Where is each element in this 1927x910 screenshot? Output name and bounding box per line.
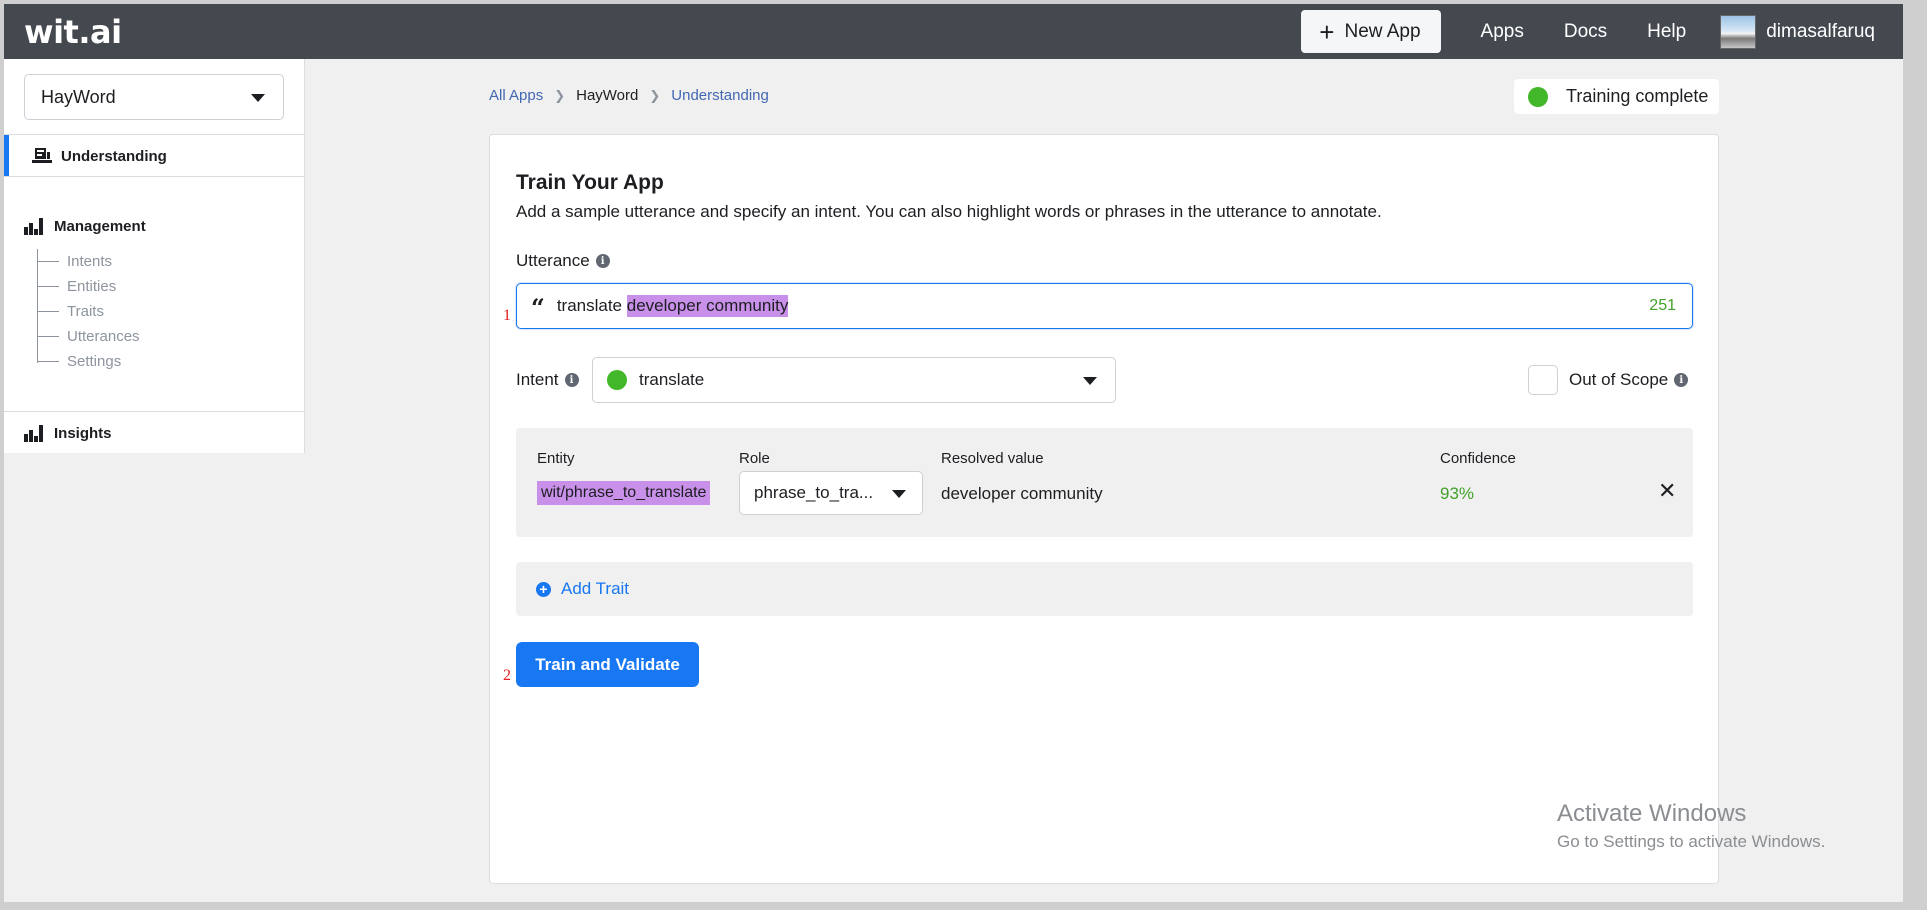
windows-activation-watermark: Activate Windows Go to Settings to activ… bbox=[1557, 800, 1825, 852]
out-of-scope-toggle: Out of Scope i bbox=[1528, 365, 1689, 395]
sidebar-divider bbox=[4, 176, 305, 177]
username: dimasalfaruq bbox=[1766, 20, 1875, 42]
training-status-badge: Training complete bbox=[1514, 79, 1719, 114]
page-subtitle: Add a sample utterance and specify an in… bbox=[516, 202, 1382, 221]
breadcrumb-app[interactable]: HayWord bbox=[576, 87, 638, 104]
info-icon[interactable]: i bbox=[595, 254, 610, 268]
confidence-value: 93% bbox=[1440, 484, 1475, 503]
plus-icon: + bbox=[1319, 16, 1335, 47]
out-of-scope-label: Out of Scope bbox=[1569, 370, 1669, 389]
entity-panel: Entity Role Resolved value Confidence wi… bbox=[516, 428, 1693, 537]
breadcrumb: All Apps ❯ HayWord ❯ Understanding bbox=[489, 87, 769, 104]
intent-color-dot bbox=[607, 370, 627, 390]
chevron-down-icon bbox=[892, 490, 906, 498]
sidebar-item-utterances[interactable]: Utterances bbox=[37, 324, 140, 349]
close-icon[interactable]: ✕ bbox=[1658, 478, 1676, 504]
user-menu[interactable]: dimasalfaruq bbox=[1720, 14, 1875, 49]
bar-chart-icon bbox=[24, 425, 43, 442]
understanding-icon bbox=[32, 148, 52, 163]
annotation-marker-2: 2 bbox=[503, 667, 511, 684]
app-selector[interactable]: HayWord bbox=[24, 74, 284, 120]
sidebar-divider bbox=[4, 411, 305, 412]
char-counter: 251 bbox=[1649, 297, 1676, 314]
chevron-down-icon bbox=[1083, 377, 1097, 385]
app-selector-value: HayWord bbox=[41, 86, 116, 107]
entity-tag[interactable]: wit/phrase_to_translate bbox=[537, 481, 711, 505]
utterance-label: Utterance i bbox=[516, 251, 610, 271]
sidebar-item-understanding[interactable]: Understanding bbox=[4, 135, 305, 177]
col-entity: Entity bbox=[537, 450, 575, 467]
bar-chart-icon bbox=[24, 218, 43, 235]
watermark-subtitle: Go to Settings to activate Windows. bbox=[1557, 832, 1826, 851]
intent-label: Intent i bbox=[516, 370, 579, 390]
sidebar-item-management[interactable]: Management bbox=[24, 218, 146, 235]
chevron-right-icon: ❯ bbox=[649, 87, 661, 103]
add-trait-row[interactable]: + Add Trait bbox=[516, 562, 1693, 616]
wit-logo[interactable]: wit.ai bbox=[24, 13, 122, 51]
train-and-validate-button[interactable]: Train and Validate bbox=[516, 642, 699, 687]
avatar bbox=[1720, 14, 1757, 49]
sidebar-item-label: Insights bbox=[54, 425, 112, 442]
role-value: phrase_to_tra... bbox=[754, 483, 874, 502]
role-dropdown[interactable]: phrase_to_tra... bbox=[739, 471, 923, 515]
management-submenu: Intents Entities Traits Utterances Setti… bbox=[37, 249, 140, 374]
scroll-down-icon[interactable] bbox=[1909, 888, 1919, 894]
watermark-title: Activate Windows bbox=[1557, 800, 1747, 827]
train-card: Train Your App Add a sample utterance an… bbox=[489, 134, 1719, 884]
col-resolved-value: Resolved value bbox=[941, 450, 1044, 467]
status-dot-icon bbox=[1528, 86, 1548, 107]
utterance-highlight[interactable]: developer community bbox=[626, 295, 789, 317]
top-bar: wit.ai + New App Apps Docs Help dimasalf… bbox=[4, 4, 1903, 59]
sidebar-item-entities[interactable]: Entities bbox=[37, 274, 140, 299]
breadcrumb-section[interactable]: Understanding bbox=[671, 87, 769, 104]
sidebar-item-traits[interactable]: Traits bbox=[37, 299, 140, 324]
top-nav: + New App Apps Docs Help dimasalfaruq bbox=[1301, 4, 1875, 59]
new-app-button[interactable]: + New App bbox=[1301, 10, 1441, 53]
col-role: Role bbox=[739, 450, 770, 467]
add-trait-link[interactable]: Add Trait bbox=[561, 579, 629, 599]
plus-circle-icon: + bbox=[536, 581, 551, 597]
sidebar-item-settings[interactable]: Settings bbox=[37, 349, 140, 374]
chevron-right-icon: ❯ bbox=[554, 87, 566, 103]
sidebar: HayWord Understanding Management Intents… bbox=[4, 59, 305, 453]
info-icon[interactable]: i bbox=[564, 373, 579, 387]
resolved-value: developer community bbox=[941, 484, 1103, 503]
vertical-scrollbar[interactable] bbox=[1903, 4, 1925, 902]
info-icon[interactable]: i bbox=[1674, 373, 1689, 387]
nav-help-link[interactable]: Help bbox=[1647, 21, 1686, 43]
nav-docs-link[interactable]: Docs bbox=[1564, 21, 1607, 43]
out-of-scope-checkbox[interactable] bbox=[1528, 365, 1558, 395]
quote-icon: “ bbox=[531, 293, 545, 322]
page-title: Train Your App bbox=[516, 171, 664, 194]
nav-apps-link[interactable]: Apps bbox=[1481, 21, 1524, 43]
utterance-input[interactable]: “ translate developer community 251 bbox=[516, 283, 1693, 329]
intent-value: translate bbox=[639, 370, 705, 389]
chevron-down-icon bbox=[251, 94, 265, 102]
sidebar-item-label: Understanding bbox=[61, 147, 167, 165]
sidebar-item-insights[interactable]: Insights bbox=[24, 425, 112, 442]
col-confidence: Confidence bbox=[1440, 450, 1516, 467]
status-text: Training complete bbox=[1566, 86, 1709, 106]
breadcrumb-all-apps[interactable]: All Apps bbox=[489, 87, 543, 104]
annotation-marker-1: 1 bbox=[503, 307, 511, 324]
new-app-label: New App bbox=[1344, 20, 1421, 42]
intent-dropdown[interactable]: translate bbox=[592, 357, 1116, 403]
utterance-text: translate bbox=[556, 296, 627, 315]
sidebar-item-intents[interactable]: Intents bbox=[37, 249, 140, 274]
sidebar-item-label: Management bbox=[54, 218, 146, 235]
